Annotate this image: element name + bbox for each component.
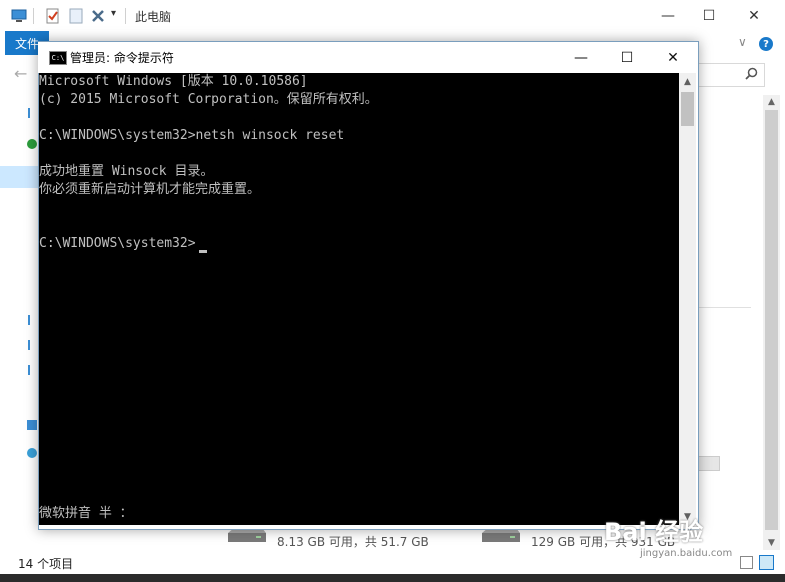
toolbar-separator xyxy=(33,8,34,24)
watermark-url: jingyan.baidu.com xyxy=(640,548,733,559)
cmd-icon[interactable]: C:\ xyxy=(49,51,67,65)
ime-status: 微软拼音 半 ： xyxy=(39,506,133,521)
text-cursor xyxy=(199,250,207,253)
nav-item-selected[interactable] xyxy=(0,166,38,188)
explorer-minimize-button[interactable]: — xyxy=(645,0,691,31)
taskbar-edge xyxy=(0,574,785,582)
delete-icon[interactable] xyxy=(90,8,106,24)
divider xyxy=(696,307,751,308)
console-line: 成功地重置 Winsock 目录。 xyxy=(39,164,214,179)
explorer-close-button[interactable]: ✕ xyxy=(731,0,777,31)
console-scrollbar[interactable] xyxy=(679,73,696,525)
drive-space-text: 8.13 GB 可用，共 51.7 GB xyxy=(277,535,429,549)
console-line: (c) 2015 Microsoft Corporation。保留所有权利。 xyxy=(39,92,378,107)
scrollbar-thumb[interactable] xyxy=(765,110,778,530)
computer-icon[interactable] xyxy=(11,8,27,24)
partial-drive-bar xyxy=(696,456,720,471)
scroll-up-icon[interactable]: ▲ xyxy=(763,95,780,109)
console-line: C:\WINDOWS\system32>netsh winsock reset xyxy=(39,128,345,143)
nav-item-marker[interactable] xyxy=(27,139,37,149)
back-arrow-icon[interactable]: ← xyxy=(14,64,27,83)
console-minimize-button[interactable]: — xyxy=(558,42,604,73)
nav-item-marker[interactable] xyxy=(27,420,37,430)
blank-page-icon[interactable] xyxy=(68,8,84,24)
ribbon-expand-icon[interactable]: ∨ xyxy=(738,35,747,49)
nav-item-marker[interactable] xyxy=(27,448,37,458)
search-icon[interactable] xyxy=(745,67,758,80)
watermark-logo: Bai 经验 xyxy=(604,518,704,546)
dropdown-icon[interactable]: ▾ xyxy=(111,8,116,19)
console-maximize-button[interactable]: ☐ xyxy=(604,42,650,73)
large-icons-view-icon[interactable] xyxy=(759,555,774,570)
toolbar-separator xyxy=(125,8,126,24)
status-item-count: 14 个项目 xyxy=(18,557,74,571)
scroll-up-icon[interactable]: ▲ xyxy=(679,73,696,90)
console-title: 管理员: 命令提示符 xyxy=(70,51,174,65)
scroll-down-icon[interactable]: ▼ xyxy=(763,536,780,550)
scrollbar-thumb[interactable] xyxy=(681,92,694,126)
console-close-button[interactable]: ✕ xyxy=(650,42,696,73)
console-line: 你必须重新启动计算机才能完成重置。 xyxy=(39,182,261,197)
properties-icon[interactable] xyxy=(45,8,61,24)
explorer-title: 此电脑 xyxy=(135,10,172,24)
help-icon[interactable]: ? xyxy=(759,37,773,51)
details-view-icon[interactable] xyxy=(740,556,753,569)
explorer-maximize-button[interactable]: ☐ xyxy=(686,0,732,31)
console-prompt: C:\WINDOWS\system32> xyxy=(39,236,196,251)
console-line: Microsoft Windows [版本 10.0.10586] xyxy=(39,74,308,89)
